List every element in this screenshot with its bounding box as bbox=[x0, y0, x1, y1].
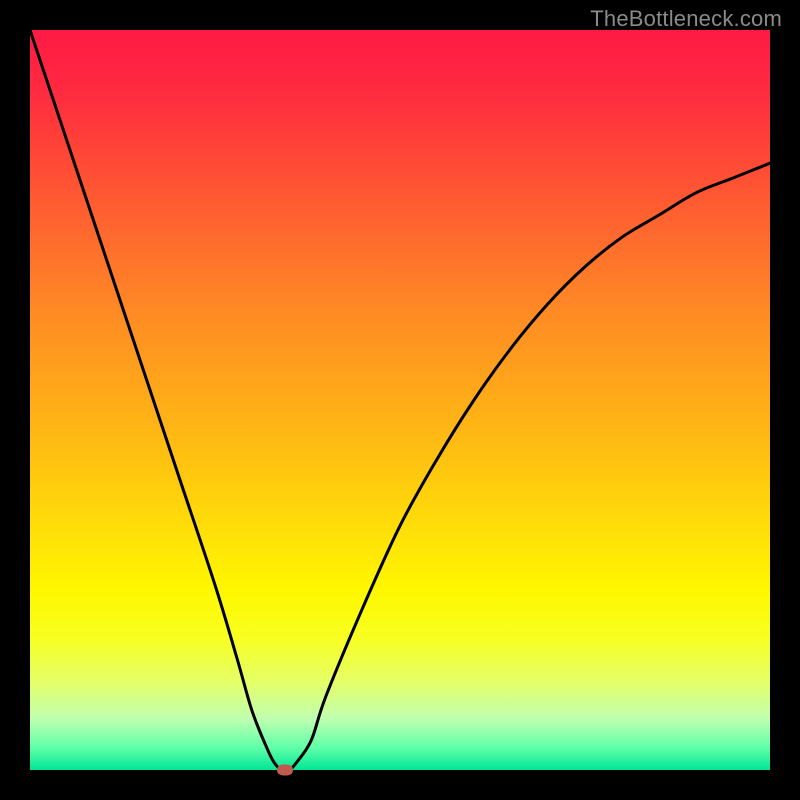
curve-path bbox=[30, 30, 770, 771]
bottleneck-curve bbox=[30, 30, 770, 770]
watermark-text: TheBottleneck.com bbox=[590, 6, 782, 32]
optimal-point-marker bbox=[277, 765, 293, 776]
chart-plot-area bbox=[30, 30, 770, 770]
